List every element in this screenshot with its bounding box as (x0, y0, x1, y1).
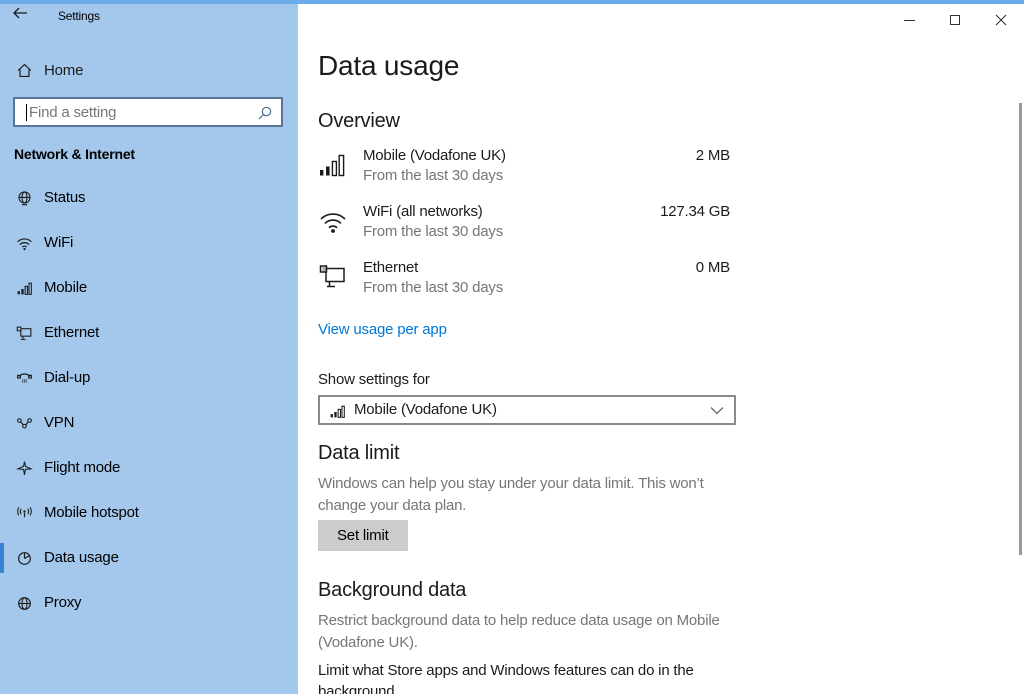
background-data-heading: Background data (318, 579, 467, 601)
titlebar-title: Settings (58, 9, 100, 23)
sidebar-item-label: VPN (44, 414, 75, 431)
usage-period: From the last 30 days (363, 167, 504, 184)
dropdown-selected-value: Mobile (Vodafone UK) (354, 401, 497, 418)
dialup-phone-icon (16, 370, 33, 387)
sidebar-item-mobile[interactable]: Mobile (0, 268, 298, 308)
overview-row-wifi: WiFi (all networks) From the last 30 day… (318, 202, 730, 242)
sidebar-item-proxy[interactable]: Proxy (0, 583, 298, 623)
back-arrow-icon (13, 7, 27, 19)
usage-period: From the last 30 days (363, 223, 504, 240)
sidebar-item-label: Flight mode (44, 459, 121, 476)
set-limit-button[interactable]: Set limit (318, 520, 408, 551)
search-input[interactable] (29, 99, 249, 125)
sidebar-item-status[interactable]: Status (0, 178, 298, 218)
data-limit-heading: Data limit (318, 442, 400, 464)
sidebar-item-wifi[interactable]: WiFi (0, 223, 298, 263)
airplane-icon (16, 460, 33, 477)
usage-label: Mobile (Vodafone UK) (363, 147, 506, 164)
show-settings-for-label: Show settings for (318, 371, 430, 388)
overview-row-ethernet: Ethernet From the last 30 days 0 MB (318, 258, 730, 298)
close-icon (995, 14, 1007, 26)
sidebar-nav: Status WiFi Mobile Ethernet Dial-up VPN … (0, 178, 298, 628)
usage-period: From the last 30 days (363, 279, 504, 296)
view-usage-per-app-link[interactable]: View usage per app (318, 321, 447, 338)
network-select-dropdown[interactable]: Mobile (Vodafone UK) (318, 395, 736, 425)
overview-row-mobile: Mobile (Vodafone UK) From the last 30 da… (318, 146, 730, 186)
usage-label: WiFi (all networks) (363, 203, 483, 220)
signal-bars-icon (318, 150, 352, 180)
wifi-icon (16, 235, 33, 252)
usage-value: 0 MB (695, 259, 730, 276)
sidebar-item-dialup[interactable]: Dial-up (0, 358, 298, 398)
maximize-icon (950, 15, 960, 25)
sidebar-item-label: Proxy (44, 594, 82, 611)
background-data-description: Restrict background data to help reduce … (318, 612, 720, 651)
ethernet-icon (16, 325, 33, 342)
back-button[interactable] (12, 6, 36, 28)
globe-status-icon (16, 190, 33, 207)
content-pane: Data usage Overview Mobile (Vodafone UK)… (298, 0, 1024, 694)
sidebar-item-label: Dial-up (44, 369, 91, 386)
sidebar-item-label: WiFi (44, 234, 74, 251)
wifi-icon (318, 206, 352, 236)
data-limit-description: Windows can help you stay under your dat… (318, 475, 704, 514)
pie-chart-icon (16, 550, 33, 567)
sidebar-item-ethernet[interactable]: Ethernet (0, 313, 298, 353)
text-caret (26, 104, 27, 121)
usage-label: Ethernet (363, 259, 419, 276)
sidebar-item-label: Mobile (44, 279, 87, 296)
globe-icon (16, 595, 33, 612)
signal-bars-icon (329, 403, 346, 420)
sidebar-item-label: Ethernet (44, 324, 100, 341)
sidebar-group-header: Network & Internet (14, 146, 135, 162)
search-icon[interactable] (257, 105, 273, 121)
chevron-down-icon (710, 406, 724, 415)
sidebar-item-mobilehotspot[interactable]: Mobile hotspot (0, 493, 298, 533)
minimize-button[interactable] (886, 4, 932, 36)
page-title: Data usage (318, 50, 460, 81)
usage-value: 127.34 GB (660, 203, 730, 220)
scrollbar-thumb[interactable] (1019, 103, 1022, 555)
sidebar-item-flightmode[interactable]: Flight mode (0, 448, 298, 488)
sidebar-item-label: Mobile hotspot (44, 504, 139, 521)
sidebar-item-vpn[interactable]: VPN (0, 403, 298, 443)
ethernet-icon (318, 262, 352, 292)
background-limit-question: Limit what Store apps and Windows featur… (318, 662, 694, 694)
sidebar-item-home[interactable]: Home (0, 54, 298, 88)
close-button[interactable] (978, 4, 1024, 36)
sidebar: Settings Home Network & Internet Status (0, 0, 298, 694)
signal-bars-icon (16, 280, 33, 297)
selected-indicator (0, 543, 4, 573)
minimize-icon (903, 19, 915, 21)
search-box[interactable] (13, 97, 283, 127)
sidebar-item-label: Home (44, 62, 84, 79)
window-top-accent (0, 0, 1024, 4)
settings-window: Settings Home Network & Internet Status (0, 0, 1024, 694)
window-controls (886, 4, 1024, 36)
usage-value: 2 MB (695, 147, 730, 164)
home-icon (16, 62, 33, 79)
sidebar-item-datausage[interactable]: Data usage (0, 538, 298, 578)
sidebar-item-label: Status (44, 189, 86, 206)
maximize-button[interactable] (932, 4, 978, 36)
hotspot-icon (16, 505, 33, 522)
sidebar-item-label: Data usage (44, 549, 119, 566)
overview-heading: Overview (318, 110, 400, 132)
vpn-icon (16, 415, 33, 432)
